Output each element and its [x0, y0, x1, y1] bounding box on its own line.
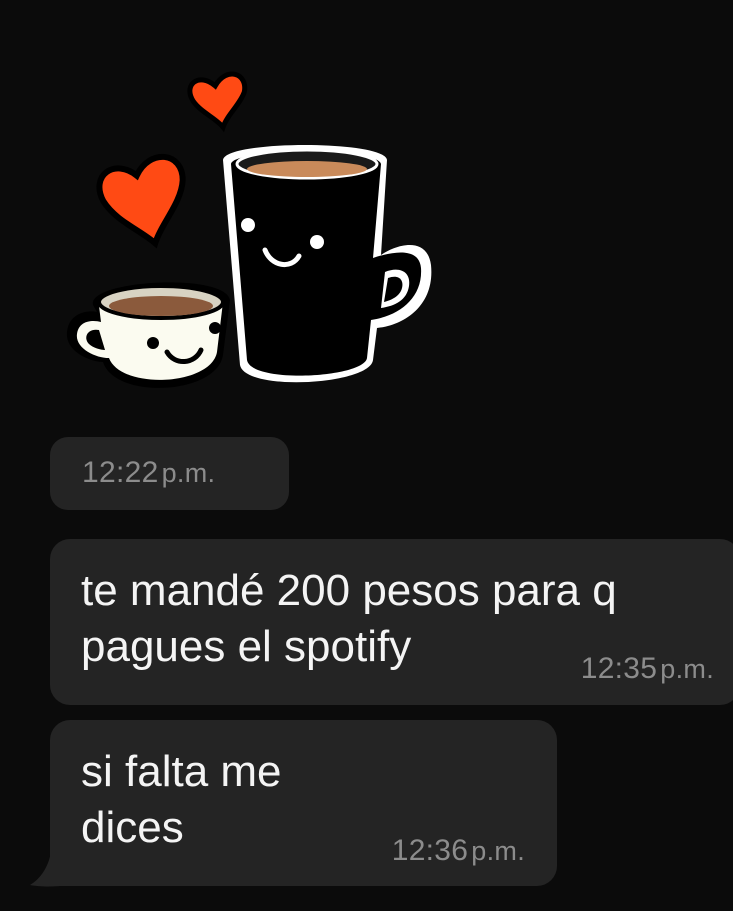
white-cup-icon: [66, 282, 230, 388]
small-heart-icon: [187, 71, 248, 133]
coffee-cups-sticker[interactable]: [55, 40, 450, 410]
black-mug-icon: [223, 145, 432, 383]
bubble-tail: [28, 845, 68, 887]
message-text: si falta me dices: [81, 747, 282, 852]
message-timestamp: 12:36 p.m.: [391, 834, 525, 867]
sticker-timestamp: 12:22 p.m.: [82, 456, 216, 489]
sticker-timestamp-pill: 12:22 p.m.: [50, 437, 289, 510]
coffee-cups-hearts-icon: [66, 71, 432, 388]
message-timestamp: 12:35 p.m.: [580, 652, 714, 685]
large-heart-icon: [96, 153, 186, 249]
message-bubble[interactable]: te mandé 200 pesos para q pagues el spot…: [50, 539, 733, 705]
message-bubble[interactable]: si falta me dices 12:36 p.m.: [50, 720, 557, 886]
message-text: te mandé 200 pesos para q pagues el spot…: [81, 566, 617, 671]
